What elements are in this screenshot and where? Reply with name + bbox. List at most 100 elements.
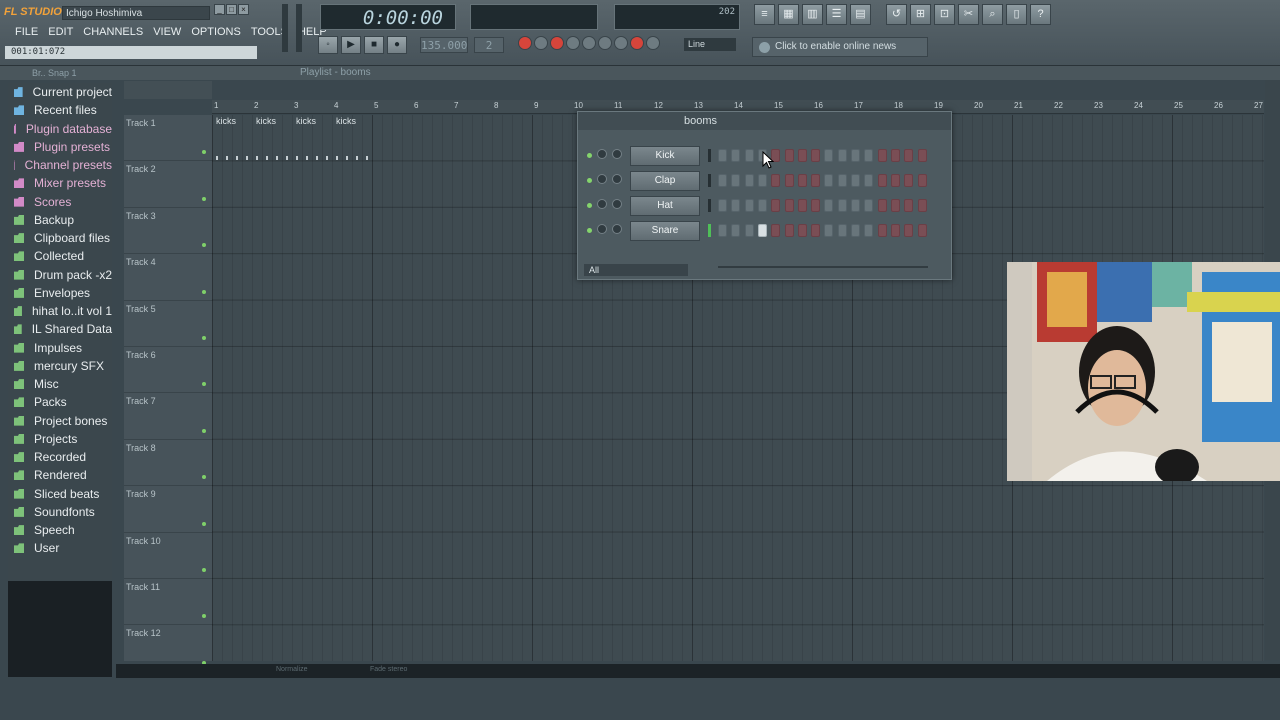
- maximize-icon[interactable]: □: [226, 4, 237, 15]
- minimize-icon[interactable]: _: [214, 4, 225, 15]
- countdown-icon[interactable]: [614, 36, 628, 50]
- browser-item[interactable]: Channel presets: [8, 156, 112, 174]
- channel-led[interactable]: [587, 153, 592, 158]
- step-button[interactable]: [757, 224, 767, 237]
- step-button[interactable]: [797, 149, 807, 162]
- step-button[interactable]: [744, 199, 754, 212]
- step-button[interactable]: [890, 224, 900, 237]
- step-button[interactable]: [797, 199, 807, 212]
- step-sequencer-scrollbar[interactable]: [718, 266, 928, 268]
- step-button[interactable]: [877, 174, 887, 187]
- wait-input-icon[interactable]: [646, 36, 660, 50]
- step-button[interactable]: [784, 224, 794, 237]
- loop-record-icon[interactable]: [598, 36, 612, 50]
- step-button[interactable]: [744, 149, 754, 162]
- project-info-icon[interactable]: ▯: [1006, 4, 1027, 25]
- browser-item[interactable]: hihat lo..it vol 1: [8, 302, 112, 320]
- step-button[interactable]: [797, 174, 807, 187]
- browser-item[interactable]: Rendered: [8, 466, 112, 484]
- tempo-display[interactable]: 135.000: [420, 37, 468, 53]
- step-button[interactable]: [917, 224, 927, 237]
- volume-knob[interactable]: [612, 174, 622, 184]
- song-time-display[interactable]: 0:00:00: [320, 4, 456, 30]
- track-mute-led[interactable]: [202, 382, 206, 387]
- step-button[interactable]: [811, 224, 821, 237]
- browser-item[interactable]: Plugin database: [8, 120, 112, 138]
- browser-item[interactable]: Soundfonts: [8, 503, 112, 521]
- track-header[interactable]: Track 10: [124, 533, 212, 579]
- pat-song-toggle[interactable]: ◦: [318, 36, 338, 54]
- browser-item[interactable]: Impulses: [8, 339, 112, 357]
- channel-led[interactable]: [587, 203, 592, 208]
- track-header[interactable]: Track 8: [124, 440, 212, 487]
- step-button[interactable]: [784, 149, 794, 162]
- track-header[interactable]: Track 5: [124, 301, 212, 347]
- piano-roll-icon[interactable]: ▥: [802, 4, 823, 25]
- step-button[interactable]: [744, 174, 754, 187]
- step-button[interactable]: [877, 224, 887, 237]
- snap-select[interactable]: Line: [684, 38, 736, 51]
- browser-item[interactable]: mercury SFX: [8, 357, 112, 375]
- online-news-button[interactable]: Click to enable online news: [752, 37, 928, 57]
- metronome-icon[interactable]: [534, 36, 548, 50]
- browser-item[interactable]: Packs: [8, 393, 112, 411]
- browser-item[interactable]: IL Shared Data: [8, 320, 112, 338]
- pan-knob[interactable]: [597, 199, 607, 209]
- typing-keyboard-icon[interactable]: [550, 36, 564, 50]
- step-button[interactable]: [917, 149, 927, 162]
- channel-button[interactable]: Clap: [630, 171, 700, 191]
- step-button[interactable]: [890, 199, 900, 212]
- browser-item[interactable]: Drum pack -x2: [8, 266, 112, 284]
- step-button[interactable]: [771, 199, 781, 212]
- step-button[interactable]: [811, 199, 821, 212]
- step-button[interactable]: [904, 224, 914, 237]
- browser-item[interactable]: Recent files: [8, 101, 112, 119]
- browser-item[interactable]: Misc: [8, 375, 112, 393]
- step-button[interactable]: [824, 224, 834, 237]
- step-button[interactable]: [718, 224, 727, 237]
- channel-button[interactable]: Snare: [630, 221, 700, 241]
- track-header[interactable]: Track 3: [124, 208, 212, 255]
- step-button[interactable]: [917, 174, 927, 187]
- pattern-clip[interactable]: kicks: [212, 116, 252, 126]
- step-button[interactable]: [784, 199, 794, 212]
- track-header[interactable]: Track 1: [124, 115, 212, 162]
- multilink-icon[interactable]: [630, 36, 644, 50]
- step-button[interactable]: [851, 149, 860, 162]
- pattern-clip[interactable]: kicks: [332, 116, 372, 126]
- step-button[interactable]: [864, 174, 874, 187]
- blend-notes-icon[interactable]: [582, 36, 596, 50]
- playlist-title[interactable]: Playlist - booms: [116, 66, 1280, 80]
- step-button[interactable]: [731, 174, 741, 187]
- record-mode-icon[interactable]: [518, 36, 532, 50]
- step-button[interactable]: [731, 149, 741, 162]
- browser-item[interactable]: Sliced beats: [8, 485, 112, 503]
- step-button[interactable]: [904, 149, 914, 162]
- step-button[interactable]: [771, 224, 781, 237]
- menu-file[interactable]: FILE: [10, 25, 43, 39]
- browser-item[interactable]: Plugin presets: [8, 138, 112, 156]
- step-button[interactable]: [811, 174, 821, 187]
- track-header[interactable]: Track 2: [124, 161, 212, 208]
- channel-button[interactable]: Hat: [630, 196, 700, 216]
- track-header[interactable]: Track 4: [124, 254, 212, 301]
- track-mute-led[interactable]: [202, 335, 206, 340]
- channel-led[interactable]: [587, 228, 592, 233]
- pan-knob[interactable]: [597, 149, 607, 159]
- browser-icon[interactable]: ☰: [826, 4, 847, 25]
- step-button[interactable]: [718, 199, 727, 212]
- step-button[interactable]: [837, 149, 847, 162]
- playlist-icon[interactable]: ≡: [754, 4, 775, 25]
- save-icon[interactable]: ⊞: [910, 4, 931, 25]
- browser-item[interactable]: Projects: [8, 430, 112, 448]
- pattern-clip[interactable]: kicks: [252, 116, 292, 126]
- track-header[interactable]: Track 7: [124, 393, 212, 440]
- step-button[interactable]: [851, 224, 860, 237]
- menu-channels[interactable]: CHANNELS: [78, 25, 148, 39]
- volume-knob[interactable]: [612, 199, 622, 209]
- browser-item[interactable]: Current project: [8, 83, 112, 101]
- track-header[interactable]: Track 11: [124, 579, 212, 626]
- help-icon[interactable]: ?: [1030, 4, 1051, 25]
- pan-knob[interactable]: [597, 224, 607, 234]
- step-button[interactable]: [784, 174, 794, 187]
